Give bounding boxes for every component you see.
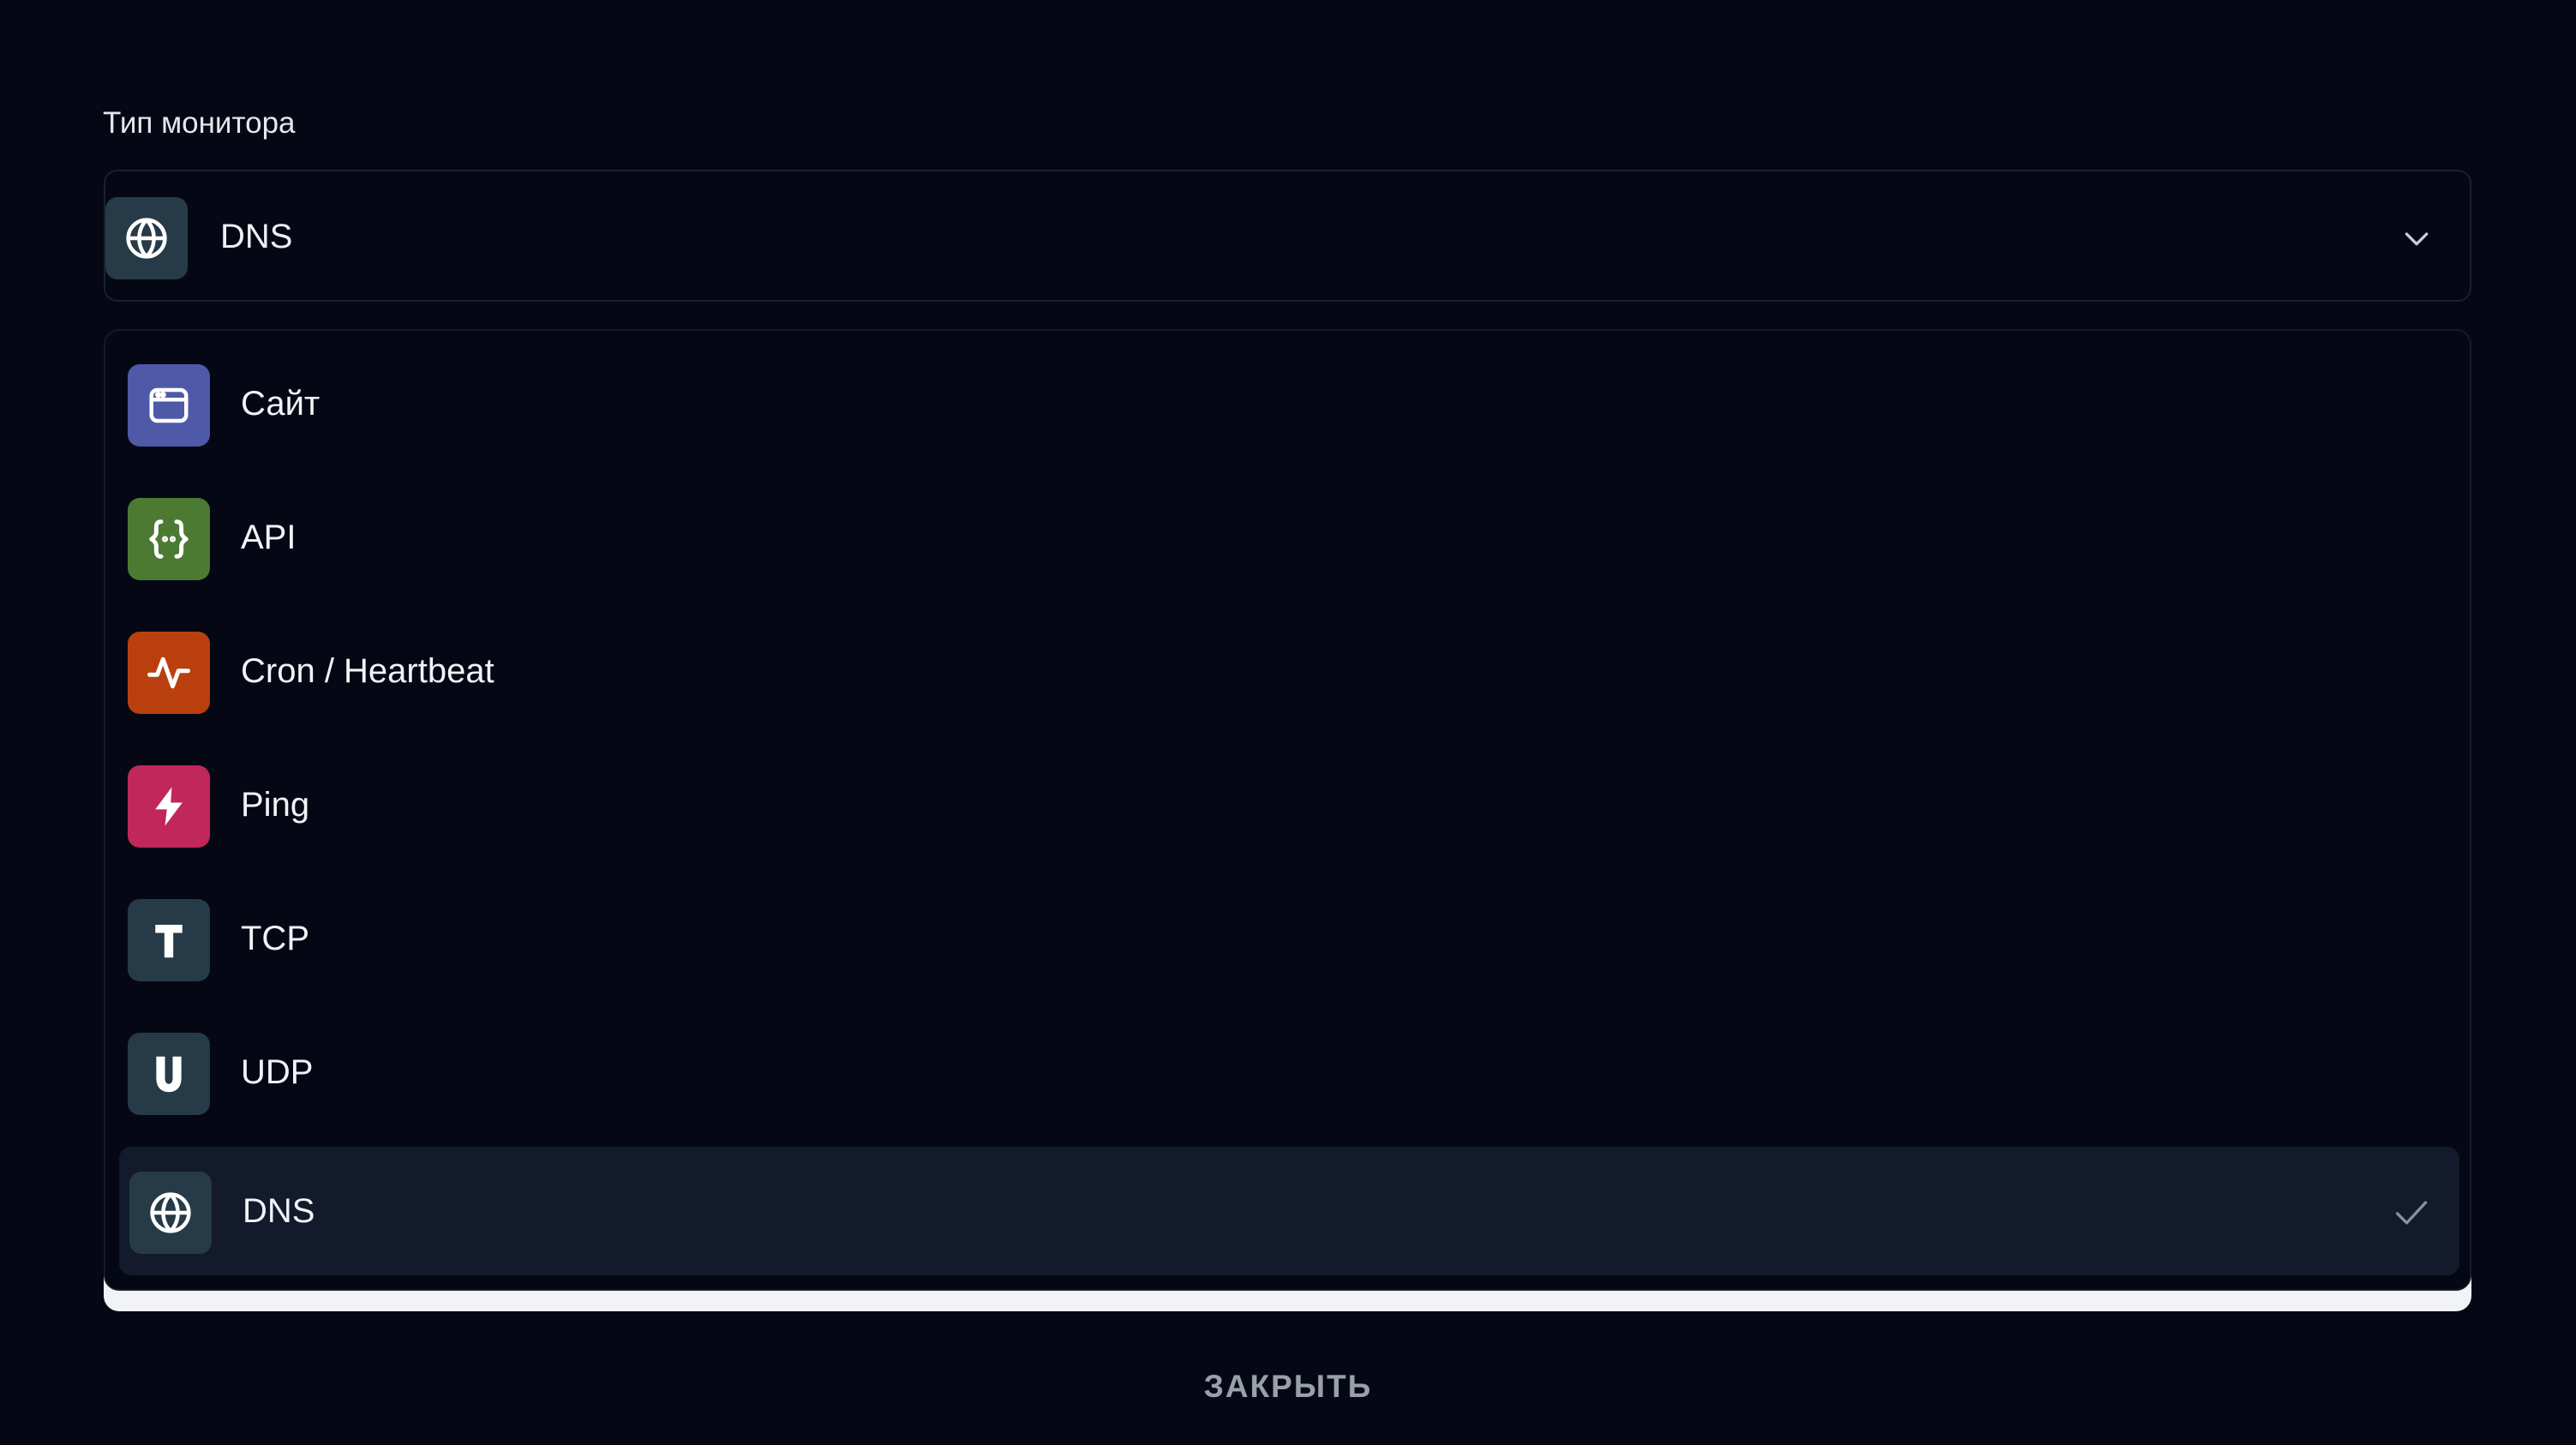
option-label: UDP — [241, 1053, 314, 1091]
option-label: Сайт — [241, 385, 321, 423]
globe-icon — [126, 218, 167, 259]
checkmark-icon — [2395, 1201, 2428, 1225]
option-label: Ping — [241, 786, 310, 824]
chevron-down-icon — [2405, 232, 2429, 246]
globe-icon — [150, 1192, 191, 1233]
letter-t-icon — [155, 925, 183, 958]
monitor-type-label: Тип монитора — [103, 106, 296, 140]
option-udp[interactable]: UDP — [105, 1008, 2470, 1136]
lightning-icon — [155, 787, 183, 826]
option-icon-tile — [128, 1033, 210, 1115]
option-label: API — [241, 519, 297, 556]
option-icon-tile — [128, 364, 210, 447]
option-icon-tile — [128, 765, 210, 848]
option-label: DNS — [243, 1192, 315, 1230]
monitor-type-select[interactable]: DNS — [104, 170, 2471, 302]
option-icon-tile — [128, 498, 210, 580]
selected-type-icon-tile — [105, 197, 188, 279]
letter-u-icon — [156, 1056, 182, 1093]
curly-braces-icon — [149, 519, 189, 559]
close-button[interactable]: ЗАКРЫТЬ — [1117, 1363, 1459, 1411]
option-cron-heartbeat[interactable]: Cron / Heartbeat — [105, 607, 2470, 735]
option-tcp[interactable]: TCP — [105, 874, 2470, 1003]
option-icon-tile — [128, 632, 210, 714]
monitor-type-dropdown: Сайт API Cron / Heartbeat Ping TCP UDP D… — [104, 329, 2471, 1291]
option-icon-tile — [129, 1172, 212, 1254]
option-label: TCP — [241, 920, 309, 957]
option-label: Cron / Heartbeat — [241, 652, 494, 690]
option-site[interactable]: Сайт — [105, 339, 2470, 468]
option-dns[interactable]: DNS — [119, 1147, 2459, 1275]
option-ping[interactable]: Ping — [105, 740, 2470, 869]
browser-window-icon — [149, 387, 189, 423]
option-icon-tile — [128, 899, 210, 981]
selected-type-value: DNS — [220, 218, 293, 255]
option-api[interactable]: API — [105, 473, 2470, 602]
pulse-icon — [147, 657, 190, 689]
monitor-type-screen: Тип монитора DNS Сайт API Cron / Heartbe… — [0, 0, 2576, 1445]
